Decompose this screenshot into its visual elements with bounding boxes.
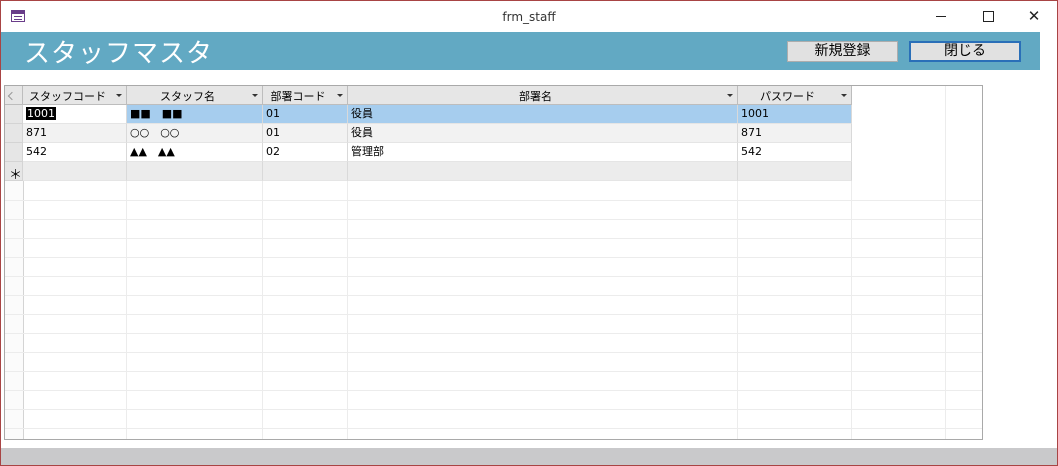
titlebar: frm_staff ✕ [1, 1, 1057, 32]
cell-password[interactable] [738, 162, 852, 181]
window-title: frm_staff [502, 10, 556, 24]
cell-staff-name[interactable]: ▲▲ ▲▲ [127, 143, 263, 162]
cell-dept-name[interactable]: 役員 [348, 124, 738, 143]
form-header: スタッフマスタ 新規登録 閉じる [1, 32, 1040, 70]
cell-staff-name[interactable] [127, 162, 263, 181]
dropdown-arrow-icon[interactable] [337, 94, 343, 97]
cell-dept-name[interactable]: 役員 [348, 105, 738, 124]
column-header-label: 部署名 [519, 90, 552, 103]
cell-staff-name[interactable]: ■■ ■■ [127, 105, 263, 124]
cell-dept-code[interactable]: 02 [263, 143, 348, 162]
column-header-staff-code[interactable]: スタッフコード [23, 86, 127, 105]
dropdown-arrow-icon[interactable] [841, 94, 847, 97]
new-record-icon: ＊ [9, 168, 23, 183]
cell-dept-code[interactable]: 01 [263, 124, 348, 143]
dropdown-arrow-icon[interactable] [727, 94, 733, 97]
row-selector[interactable] [5, 105, 23, 124]
column-header-password[interactable]: パスワード [738, 86, 852, 105]
cell-password[interactable]: 871 [738, 124, 852, 143]
select-all-icon [7, 91, 17, 101]
maximize-icon [982, 11, 994, 22]
close-form-button[interactable]: 閉じる [909, 41, 1021, 62]
column-header-label: スタッフ名 [160, 90, 215, 103]
cell-staff-code[interactable]: 1001 [23, 105, 127, 124]
column-header-label: 部署コード [270, 90, 326, 103]
cell-dept-name[interactable]: 管理部 [348, 143, 738, 162]
column-header-dept-code[interactable]: 部署コード [263, 86, 348, 105]
cell-password[interactable]: 1001 [738, 105, 852, 124]
cell-password[interactable]: 542 [738, 143, 852, 162]
cell-dept-name[interactable] [348, 162, 738, 181]
cell-staff-name[interactable]: ○○ ○○ [127, 124, 263, 143]
cell-staff-code[interactable] [23, 162, 127, 181]
row-selector[interactable] [5, 143, 23, 162]
column-header-dept-name[interactable]: 部署名 [348, 86, 738, 105]
form-title: スタッフマスタ [24, 39, 214, 69]
maximize-button[interactable] [965, 1, 1011, 32]
row-selector[interactable]: ＊ [5, 162, 23, 183]
staff-datasheet: スタッフコード スタッフ名 部署コード 部署名 パスワード 1001 ■■ ■■… [4, 85, 983, 440]
row-selector[interactable] [5, 124, 23, 143]
select-all-corner[interactable] [5, 86, 23, 105]
close-icon: ✕ [1027, 7, 1041, 25]
column-header-label: スタッフコード [29, 90, 106, 103]
cell-text: 1001 [26, 107, 56, 120]
column-header-label: パスワード [760, 90, 815, 103]
dropdown-arrow-icon[interactable] [116, 94, 122, 97]
cell-staff-code[interactable]: 871 [23, 124, 127, 143]
close-window-button[interactable]: ✕ [1011, 1, 1057, 32]
cell-dept-code[interactable]: 01 [263, 105, 348, 124]
new-register-button[interactable]: 新規登録 [787, 41, 898, 62]
column-header-staff-name[interactable]: スタッフ名 [127, 86, 263, 105]
cell-dept-code[interactable] [263, 162, 348, 181]
cell-staff-code[interactable]: 542 [23, 143, 127, 162]
dropdown-arrow-icon[interactable] [252, 94, 258, 97]
status-bar [1, 448, 1057, 465]
minimize-button[interactable] [918, 1, 964, 32]
minimize-icon [936, 16, 946, 17]
